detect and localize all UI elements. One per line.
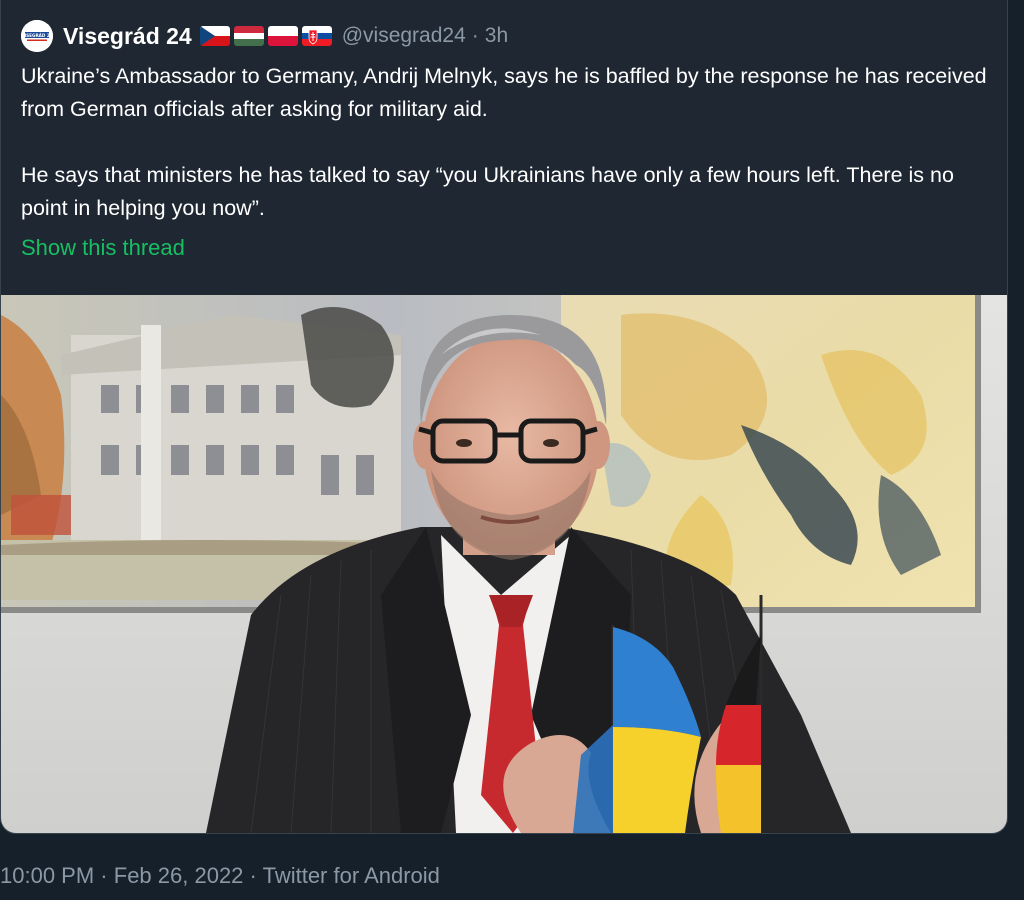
separator-dot: · — [471, 24, 479, 47]
show-thread-link[interactable]: Show this thread — [21, 235, 185, 261]
ambassador-photo — [1, 295, 1007, 833]
tweet-time[interactable]: 10:00 PM — [0, 863, 94, 888]
poland-flag-icon — [267, 26, 298, 46]
tweet-card[interactable]: VISEGRÁD 24 Visegrád 24 @visegrad24 · 3h… — [0, 0, 1008, 834]
tweet-paragraph: He says that ministers he has talked to … — [21, 163, 954, 220]
slovakia-flag-icon — [301, 26, 332, 46]
hungary-flag-icon — [233, 26, 264, 46]
flag-emojis — [199, 26, 332, 46]
tweet-date[interactable]: Feb 26, 2022 — [114, 863, 244, 888]
separator-dot: · — [100, 863, 108, 888]
display-name[interactable]: Visegrád 24 — [63, 23, 192, 50]
avatar-logo-text: VISEGRÁD 24 — [21, 33, 52, 38]
tweet-metadata: 10:00 PM · Feb 26, 2022 · Twitter for An… — [0, 863, 440, 889]
tweet-paragraph: Ukraine’s Ambassador to Germany, Andrij … — [21, 64, 987, 121]
czech-flag-icon — [199, 26, 230, 46]
visegrad-logo-icon: VISEGRÁD 24 — [21, 20, 53, 52]
tweet-photo[interactable] — [1, 295, 1007, 833]
tweet-text: Ukraine’s Ambassador to Germany, Andrij … — [21, 60, 991, 225]
avatar[interactable]: VISEGRÁD 24 — [21, 20, 53, 52]
user-handle[interactable]: @visegrad24 — [342, 24, 466, 48]
separator-dot: · — [249, 863, 257, 888]
tweet-header: VISEGRÁD 24 Visegrád 24 @visegrad24 · 3h — [21, 19, 508, 53]
tweet-source[interactable]: Twitter for Android — [263, 863, 440, 888]
time-ago[interactable]: 3h — [485, 24, 508, 48]
